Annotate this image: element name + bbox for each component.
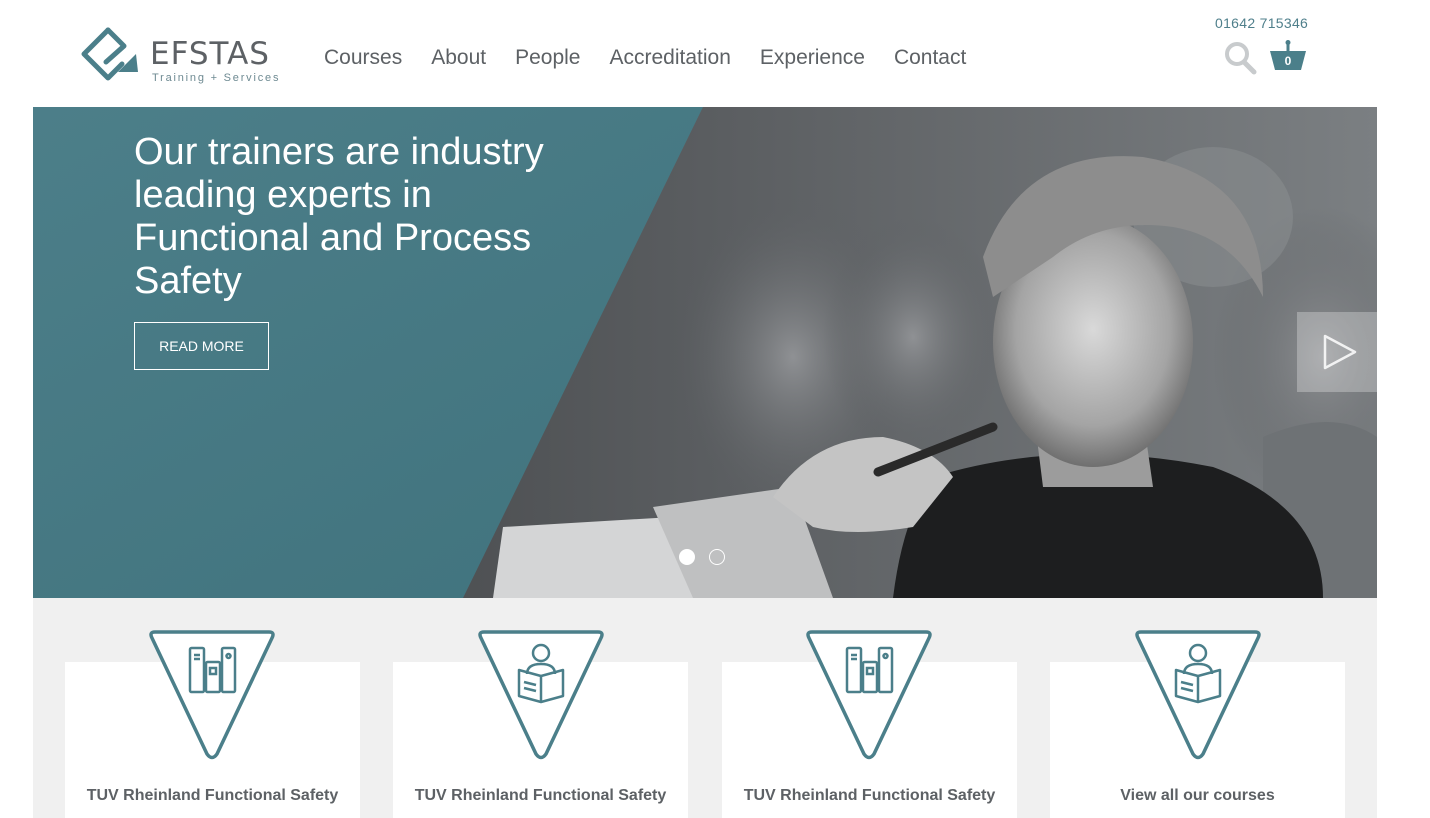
slide-dot-2[interactable] xyxy=(709,549,725,565)
reader-icon xyxy=(478,630,604,760)
logo-tagline: Training + Services xyxy=(152,72,281,84)
nav-experience[interactable]: Experience xyxy=(760,44,865,72)
play-arrow-icon xyxy=(1323,334,1357,370)
hero-slider: Our trainers are industry leading expert… xyxy=(33,107,1377,598)
books-icon xyxy=(149,630,275,760)
nav-people[interactable]: People xyxy=(515,44,580,72)
view-all-courses-label: View all our courses xyxy=(1120,787,1275,804)
hero-title: Our trainers are industry leading expert… xyxy=(134,131,544,302)
main-nav: Courses About People Accreditation Exper… xyxy=(324,44,995,72)
site-logo[interactable]: EFSTAS Training + Services xyxy=(80,26,292,88)
nav-contact[interactable]: Contact xyxy=(894,44,966,72)
course-card-label: TUV Rheinland Functional Safety xyxy=(743,787,996,804)
read-more-button[interactable]: READ MORE xyxy=(134,322,269,370)
logo-mark-icon xyxy=(81,27,138,81)
course-card-label: TUV Rheinland Functional Safety xyxy=(86,787,339,804)
cart-button[interactable]: 0 xyxy=(1268,40,1308,74)
next-slide-button[interactable] xyxy=(1297,312,1377,392)
reader-icon xyxy=(1135,630,1261,760)
phone-number[interactable]: 01642 715346 xyxy=(1215,15,1308,31)
search-icon xyxy=(1225,42,1257,75)
books-icon xyxy=(806,630,932,760)
nav-accreditation[interactable]: Accreditation xyxy=(609,44,730,72)
cart-count: 0 xyxy=(1284,54,1292,68)
logo-name: EFSTAS xyxy=(150,36,270,72)
search-button[interactable] xyxy=(1222,40,1258,76)
nav-about[interactable]: About xyxy=(431,44,486,72)
slide-dot-1[interactable] xyxy=(679,549,695,565)
course-card-label: TUV Rheinland Functional Safety xyxy=(414,787,667,804)
nav-courses[interactable]: Courses xyxy=(324,44,402,72)
